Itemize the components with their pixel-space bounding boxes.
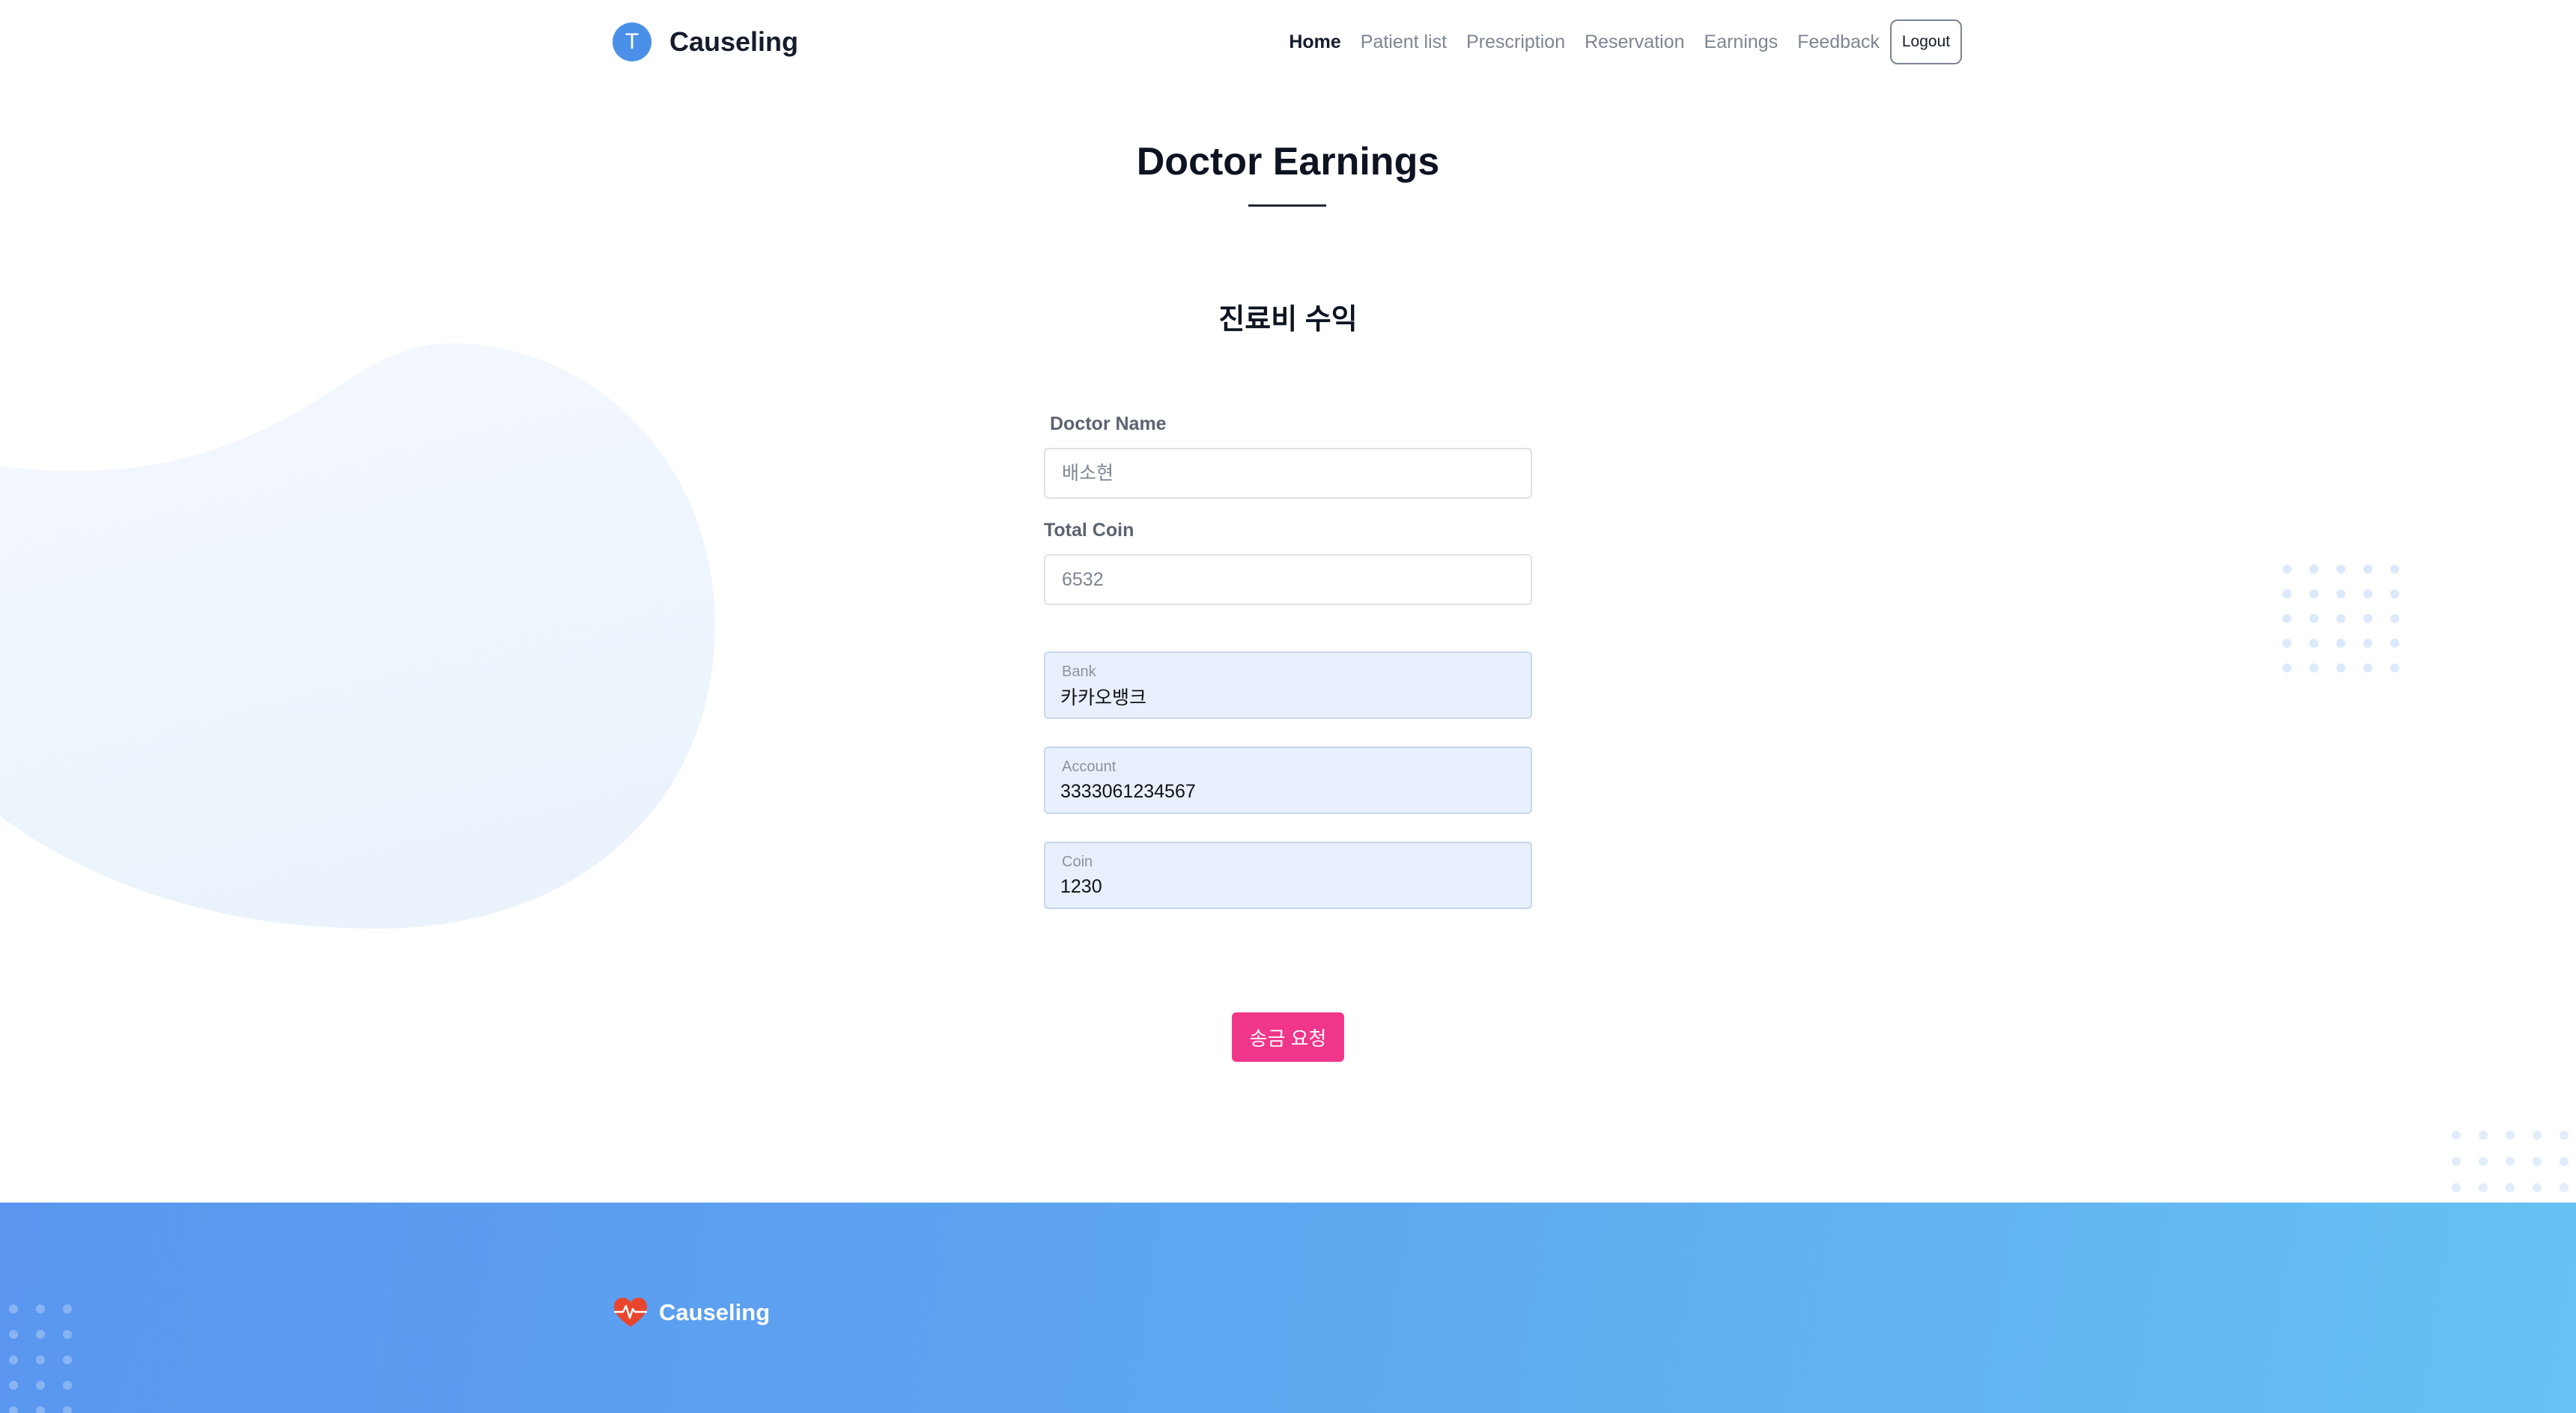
account-field[interactable]: Account — [1044, 747, 1532, 814]
account-input[interactable] — [1060, 778, 1510, 805]
decorative-dot-grid — [2282, 565, 2399, 672]
main-nav: Home Patient list Prescription Reservati… — [1289, 18, 1962, 66]
page: T Causeling Home Patient list Prescripti… — [0, 0, 2576, 1413]
account-label: Account — [1062, 759, 1117, 775]
bank-field[interactable]: Bank — [1044, 651, 1532, 719]
top-navbar: T Causeling Home Patient list Prescripti… — [613, 18, 1962, 67]
nav-item-earnings[interactable]: Earnings — [1704, 31, 1778, 53]
nav-item-feedback[interactable]: Feedback — [1797, 31, 1880, 53]
heart-pulse-icon — [614, 1298, 647, 1327]
decorative-dot-grid — [9, 1304, 72, 1413]
brand-badge-icon: T — [613, 22, 651, 61]
total-coin-input[interactable] — [1044, 554, 1532, 605]
coin-label: Coin — [1062, 854, 1093, 870]
page-title: Doctor Earnings — [1136, 140, 1440, 183]
doctor-name-input[interactable] — [1044, 448, 1532, 499]
doctor-name-label: Doctor Name — [1050, 413, 1167, 434]
brand-logo[interactable]: T Causeling — [613, 22, 798, 61]
brand-name: Causeling — [669, 26, 799, 57]
nav-item-patient-list[interactable]: Patient list — [1361, 31, 1447, 53]
title-divider — [1248, 204, 1326, 207]
coin-input[interactable] — [1060, 873, 1510, 900]
nav-item-reservation[interactable]: Reservation — [1585, 31, 1684, 53]
total-coin-label: Total Coin — [1044, 520, 1134, 541]
section-title: 진료비 수익 — [1218, 304, 1358, 335]
bank-input[interactable] — [1060, 683, 1510, 710]
coin-field[interactable]: Coin — [1044, 842, 1532, 909]
footer-brand-name: Causeling — [659, 1299, 771, 1325]
footer: Causeling — [0, 1203, 2576, 1413]
nav-item-prescription[interactable]: Prescription — [1466, 31, 1565, 53]
logout-button[interactable]: Logout — [1890, 19, 1962, 64]
transfer-request-button[interactable]: 송금 요청 — [1232, 1012, 1344, 1062]
bank-label: Bank — [1062, 663, 1096, 680]
nav-item-home[interactable]: Home — [1289, 31, 1340, 53]
footer-brand[interactable]: Causeling — [613, 1297, 770, 1328]
